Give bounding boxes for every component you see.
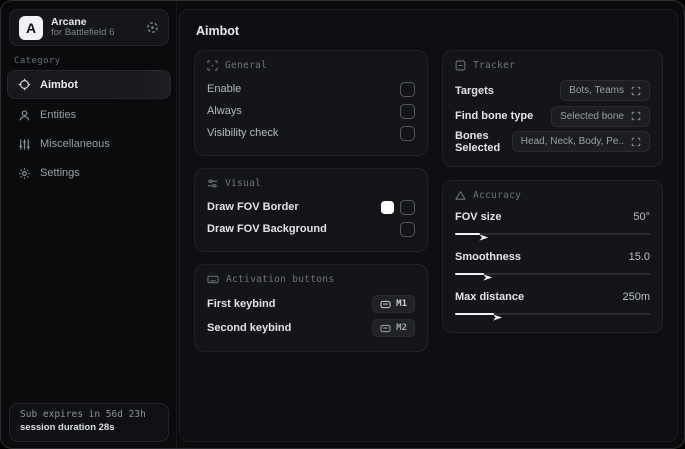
draw-fov-background-checkbox[interactable] — [400, 221, 415, 237]
selected-value: Selected bone — [560, 110, 624, 122]
bones-selected-select[interactable]: Head, Neck, Body, Pe.. — [511, 131, 650, 153]
entities-icon — [18, 109, 31, 122]
sidebar-item-label: Entities — [40, 109, 77, 121]
sidebar-item-label: Aimbot — [40, 78, 78, 91]
sliders-horizontal-icon — [207, 178, 218, 189]
tracker-card: Tracker Targets Bots, Teams Find bone ty… — [442, 50, 663, 167]
setting-row-second-keybind: Second keybind M2 — [207, 316, 415, 340]
max-distance-slider[interactable] — [455, 309, 650, 321]
session-duration-text: session duration 28s — [20, 422, 115, 433]
enable-checkbox[interactable] — [400, 81, 415, 97]
card-title: General — [225, 60, 268, 71]
main-panel: Aimbot General Enable Always Visibility … — [179, 9, 678, 442]
card-title: Visual — [225, 178, 262, 189]
card-title: Accuracy — [473, 189, 522, 201]
sidebar-item-label: Settings — [40, 167, 80, 179]
mouse-icon — [380, 300, 391, 309]
setting-group-smoothness: Smoothness 15.0 — [455, 248, 650, 281]
slider-fill — [455, 232, 489, 241]
app-subtitle: for Battlefield 6 — [51, 27, 115, 39]
setting-row-draw-fov-background: Draw FOV Background — [207, 218, 415, 240]
second-keybind-button[interactable]: M2 — [372, 319, 415, 337]
setting-row-always: Always — [207, 100, 415, 122]
triangle-icon — [455, 190, 466, 201]
sidebar-item-settings[interactable]: Settings — [7, 159, 171, 187]
expand-icon — [631, 137, 641, 147]
setting-label: Always — [207, 105, 242, 117]
slider-fill — [455, 312, 502, 321]
slider-track — [455, 272, 650, 275]
expand-icon — [631, 111, 641, 121]
slider-fill — [455, 272, 493, 281]
setting-label: Find bone type — [455, 110, 534, 123]
sidebar-nav: Aimbot Entities Miscellaneous Settings — [7, 70, 171, 188]
setting-label: Max distance — [455, 290, 525, 303]
setting-row-visibility-check: Visibility check — [207, 122, 415, 144]
setting-row-draw-fov-border: Draw FOV Border — [207, 196, 415, 218]
smoothness-slider[interactable] — [455, 269, 650, 281]
setting-value: 250m — [622, 290, 650, 303]
keyboard-icon — [207, 274, 219, 285]
box-minus-icon — [455, 60, 466, 71]
category-label: Category — [14, 56, 61, 66]
sidebar: A Arcane for Battlefield 6 Category Aimb… — [1, 1, 177, 448]
setting-label: Smoothness — [455, 250, 522, 263]
setting-label: Second keybind — [207, 322, 292, 334]
setting-label: Enable — [207, 83, 242, 95]
fov-border-color-swatch[interactable] — [381, 200, 394, 214]
setting-row-find-bone-type: Find bone type Selected bone — [455, 104, 650, 130]
keybind-value: M2 — [396, 323, 407, 333]
targets-select[interactable]: Bots, Teams — [560, 80, 650, 102]
sliders-vertical-icon — [18, 138, 31, 151]
setting-value: 50° — [633, 210, 650, 223]
always-checkbox[interactable] — [400, 103, 415, 119]
setting-row-targets: Targets Bots, Teams — [455, 78, 650, 104]
sub-expiry-text: Sub expires in 56d 23h — [20, 409, 146, 420]
setting-value: 15.0 — [628, 250, 650, 263]
activation-buttons-card: Activation buttons First keybind M1 Seco… — [194, 264, 428, 352]
setting-label: Targets — [455, 84, 494, 97]
setting-label: Draw FOV Border — [207, 201, 299, 213]
subscription-info: Sub expires in 56d 23h session duration … — [9, 403, 169, 442]
fov-size-slider[interactable] — [455, 229, 650, 241]
setting-group-max-distance: Max distance 250m — [455, 288, 650, 321]
keybind-value: M1 — [396, 299, 407, 309]
setting-label: Bones Selected — [455, 129, 501, 154]
setting-label: First keybind — [207, 298, 276, 310]
app-logo: A — [19, 15, 43, 40]
brand-header: A Arcane for Battlefield 6 — [9, 9, 169, 46]
scan-icon — [207, 60, 218, 71]
selected-value: Bots, Teams — [569, 85, 624, 97]
sidebar-item-miscellaneous[interactable]: Miscellaneous — [7, 130, 171, 158]
setting-label: Visibility check — [207, 127, 279, 139]
find-bone-type-select[interactable]: Selected bone — [551, 105, 650, 127]
mouse-icon — [380, 324, 391, 333]
setting-group-fov-size: FOV size 50° — [455, 208, 650, 241]
refresh-icon[interactable] — [146, 21, 159, 34]
setting-label: Draw FOV Background — [207, 223, 327, 235]
page-title: Aimbot — [196, 24, 240, 38]
accuracy-card: Accuracy FOV size 50° Smoothness 15.0 Ma… — [442, 179, 663, 333]
sidebar-item-label: Miscellaneous — [40, 138, 110, 150]
setting-row-bones-selected: Bones Selected Head, Neck, Body, Pe.. — [455, 129, 650, 155]
sidebar-item-entities[interactable]: Entities — [7, 101, 171, 129]
setting-row-enable: Enable — [207, 78, 415, 100]
visibility-check-checkbox[interactable] — [400, 125, 415, 141]
card-title: Activation buttons — [226, 274, 335, 285]
app-window: A Arcane for Battlefield 6 Category Aimb… — [0, 0, 685, 449]
card-title: Tracker — [473, 60, 516, 71]
sidebar-item-aimbot[interactable]: Aimbot — [7, 70, 171, 99]
first-keybind-button[interactable]: M1 — [372, 295, 415, 313]
setting-label: FOV size — [455, 210, 502, 223]
setting-row-first-keybind: First keybind M1 — [207, 292, 415, 316]
expand-icon — [631, 86, 641, 96]
visual-card: Visual Draw FOV Border Draw FOV Backgrou… — [194, 168, 428, 252]
gear-icon — [18, 167, 31, 180]
slider-track — [455, 232, 650, 235]
draw-fov-border-checkbox[interactable] — [400, 199, 415, 215]
crosshair-icon — [18, 78, 31, 91]
selected-value: Head, Neck, Body, Pe.. — [520, 136, 624, 148]
general-card: General Enable Always Visibility check — [194, 50, 428, 156]
